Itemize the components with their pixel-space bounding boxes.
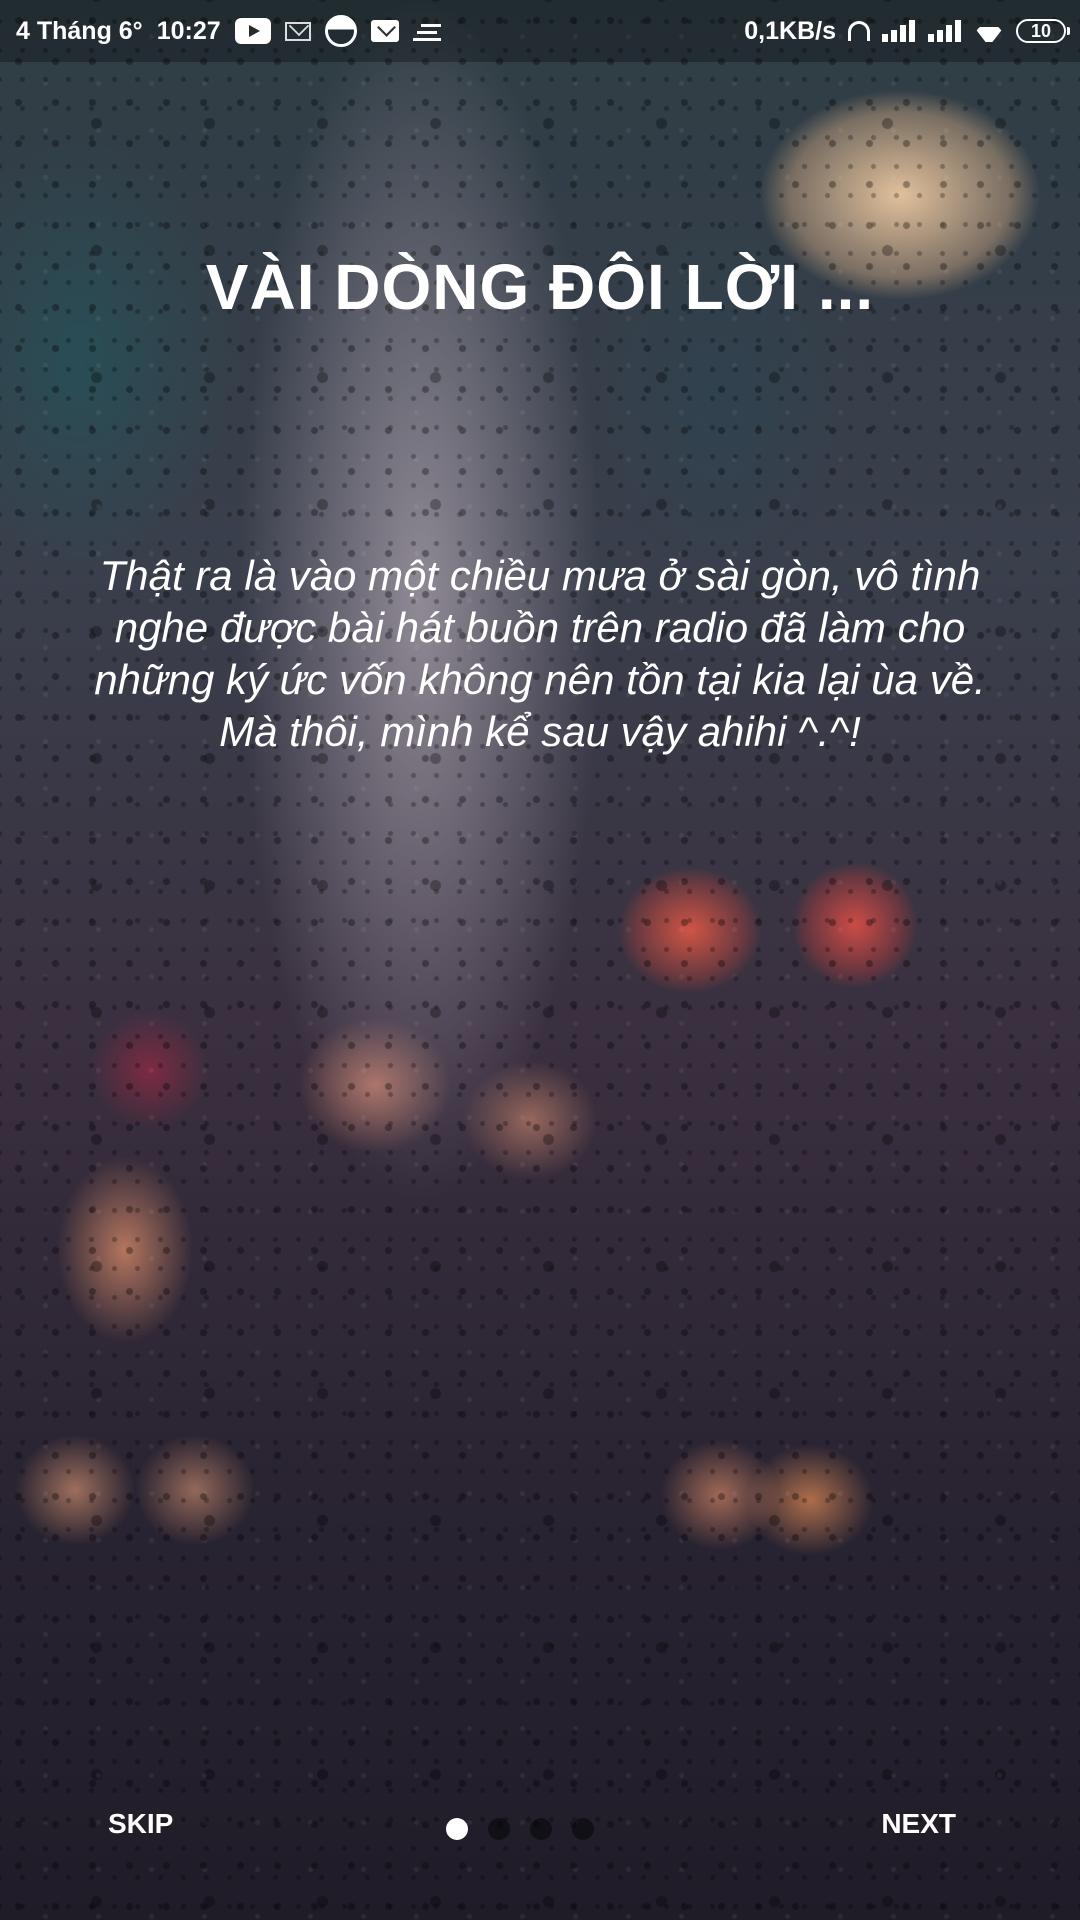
signal-icon [928, 20, 962, 42]
page-dot[interactable] [572, 1818, 594, 1840]
lines-icon [412, 20, 441, 42]
page-dot[interactable] [446, 1818, 468, 1840]
wifi-icon [974, 20, 1004, 42]
status-time: 10:27 [156, 16, 221, 45]
page-title: VÀI DÒNG ĐÔI LỜI ... [205, 251, 875, 323]
page-indicator [446, 1818, 594, 1840]
onboarding-screen: 4 Tháng 6° 10:27 0,1KB/s 10 VÀI DÒNG ĐÔI… [0, 0, 1080, 1920]
gmail-icon [370, 20, 399, 42]
page-dot[interactable] [488, 1818, 510, 1840]
next-button[interactable]: NEXT [881, 1808, 956, 1840]
youtube-icon [234, 18, 271, 44]
headphones-icon [848, 21, 870, 41]
mail-outline-icon [284, 21, 311, 41]
status-bar-right: 0,1KB/s 10 [744, 0, 1070, 62]
skip-button[interactable]: SKIP [108, 1808, 173, 1840]
status-bar-left: 4 Tháng 6° 10:27 [16, 0, 441, 62]
status-date: 4 Tháng 6° [16, 16, 143, 45]
intro-text: Thật ra là vào một chiều mưa ở sài gòn, … [94, 552, 986, 755]
round-app-icon [324, 15, 357, 47]
battery-level: 10 [1030, 21, 1052, 41]
page-dot[interactable] [530, 1818, 552, 1840]
signal-icon [882, 20, 916, 42]
network-speed: 0,1KB/s [744, 16, 836, 45]
battery-icon: 10 [1016, 19, 1070, 43]
status-bar: 4 Tháng 6° 10:27 0,1KB/s 10 [0, 0, 1080, 62]
